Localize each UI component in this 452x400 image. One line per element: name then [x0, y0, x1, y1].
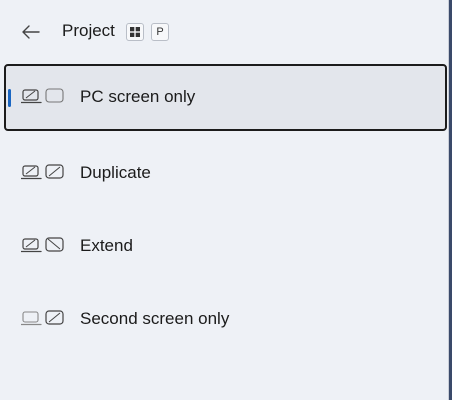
option-label: Duplicate — [80, 163, 151, 182]
windows-key-icon — [130, 27, 140, 37]
second-screen-only-icon — [21, 310, 64, 326]
panel-header: Project P — [0, 0, 449, 62]
option-label: Second screen only — [80, 309, 230, 328]
duplicate-icon — [21, 164, 64, 180]
back-arrow-icon — [22, 25, 40, 39]
option-duplicate[interactable]: Duplicate — [4, 140, 447, 207]
option-label: PC screen only — [80, 87, 196, 106]
option-label: Extend — [80, 236, 133, 255]
windows-key-badge — [126, 23, 144, 41]
option-pc-screen-only[interactable]: PC screen only — [4, 64, 447, 131]
p-key-badge: P — [151, 23, 169, 41]
page-title: Project — [62, 21, 115, 40]
project-panel: Project P PC screen only Duplicate Exten… — [0, 0, 449, 400]
back-button[interactable] — [16, 19, 46, 45]
option-second-screen-only[interactable]: Second screen only — [4, 286, 447, 353]
pc-screen-only-icon — [21, 88, 64, 104]
selection-indicator — [8, 89, 11, 107]
option-extend[interactable]: Extend — [4, 213, 447, 280]
extend-icon — [21, 237, 64, 253]
